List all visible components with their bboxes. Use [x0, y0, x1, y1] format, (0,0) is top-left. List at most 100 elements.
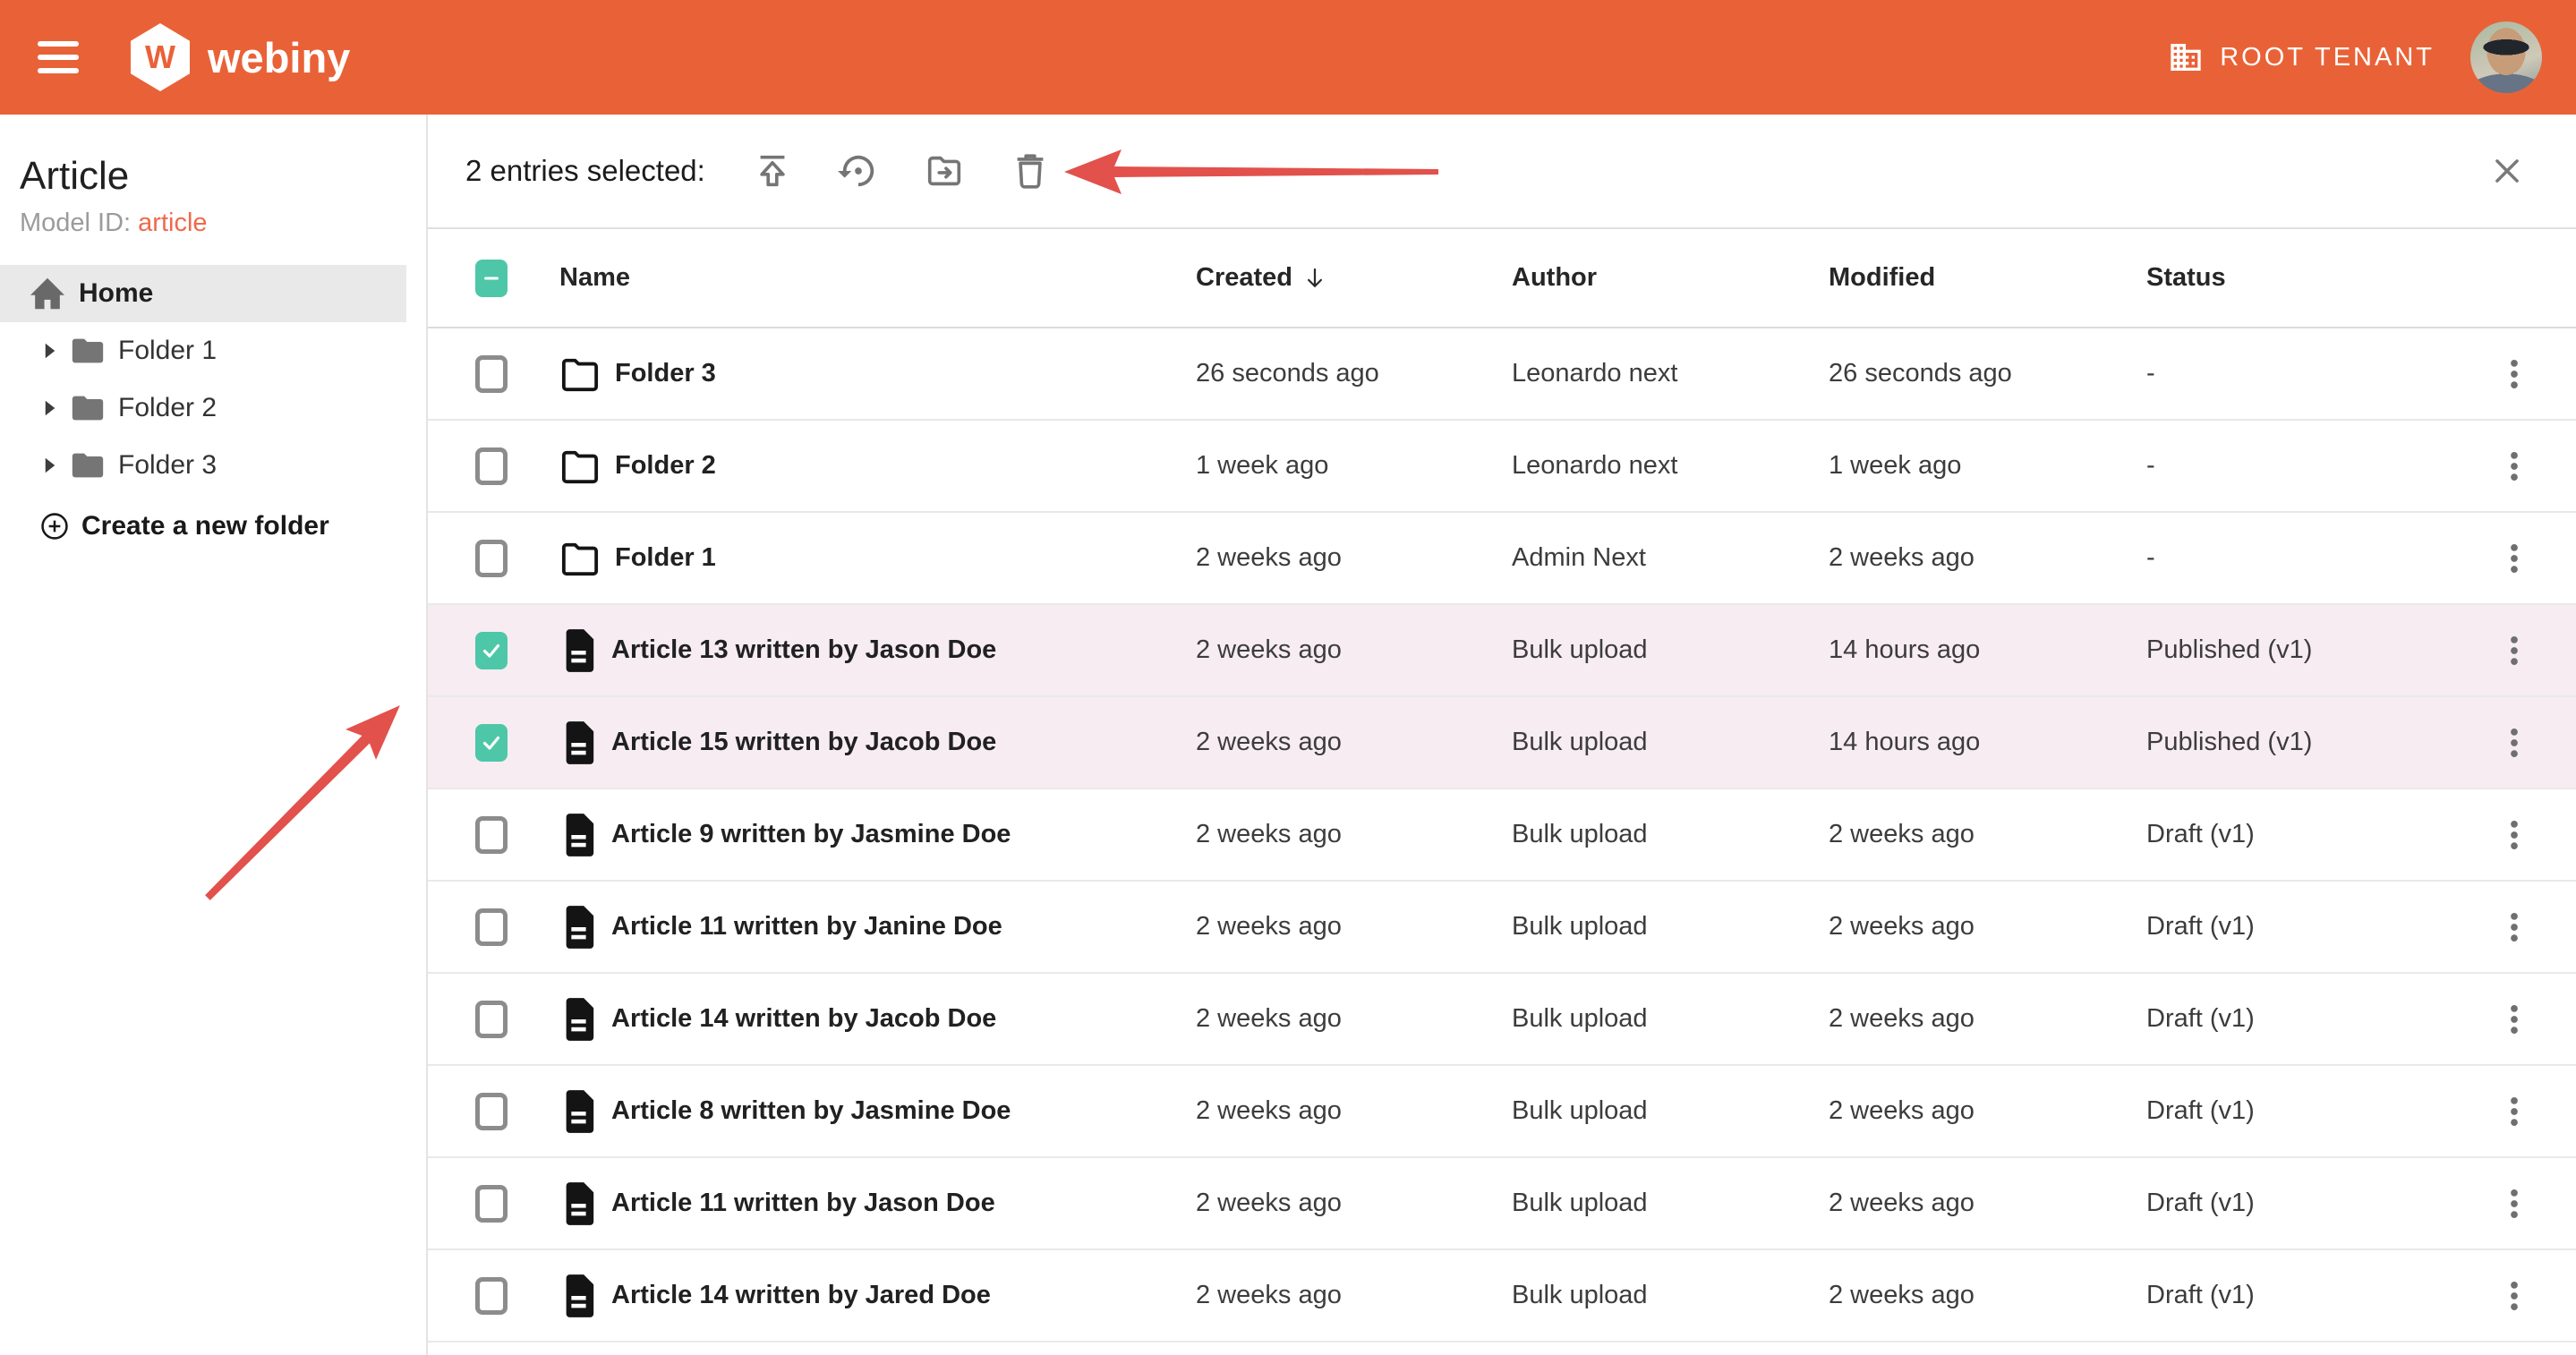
entry-name: Folder 1 [615, 543, 716, 573]
arrow-down-icon [1301, 265, 1328, 292]
kebab-menu-icon[interactable] [2495, 815, 2534, 855]
document-icon [559, 1181, 597, 1226]
row-checkbox[interactable] [475, 540, 508, 577]
row-checkbox[interactable] [475, 816, 508, 854]
folder-outline-icon [559, 447, 601, 485]
move-to-folder-icon[interactable] [924, 150, 965, 192]
entry-name: Article 15 written by Jacob Doe [611, 728, 996, 757]
sidebar-item-label: Home [79, 278, 153, 309]
entry-author: Bulk upload [1512, 635, 1829, 665]
entry-created: 2 weeks ago [1196, 1004, 1512, 1034]
chevron-right-icon[interactable] [41, 397, 59, 419]
entry-modified: 2 weeks ago [1829, 820, 2146, 849]
row-checkbox[interactable] [475, 1093, 508, 1130]
row-checkbox[interactable] [475, 447, 508, 485]
kebab-menu-icon[interactable] [2495, 1000, 2534, 1039]
table-row[interactable]: Article 15 written by Jacob Doe 2 weeks … [428, 697, 2576, 789]
user-avatar[interactable] [2470, 21, 2542, 93]
kebab-menu-icon[interactable] [2495, 539, 2534, 578]
row-checkbox[interactable] [475, 1277, 508, 1315]
create-folder-button[interactable]: Create a new folder [0, 498, 406, 555]
kebab-menu-icon[interactable] [2495, 447, 2534, 486]
publish-icon[interactable] [752, 150, 793, 192]
row-checkbox-checked[interactable] [475, 724, 508, 762]
entry-author: Leonardo next [1512, 359, 1829, 388]
bulk-action-buttons [752, 150, 1051, 192]
circle-plus-icon [39, 511, 70, 541]
entry-author: Bulk upload [1512, 1004, 1829, 1034]
table-row[interactable]: Article 8 written by Jasmine Doe 2 weeks… [428, 1066, 2576, 1158]
table-row[interactable]: Folder 1 2 weeks ago Admin Next 2 weeks … [428, 513, 2576, 605]
entry-created: 2 weeks ago [1196, 1281, 1512, 1310]
kebab-menu-icon[interactable] [2495, 631, 2534, 670]
table-row[interactable]: Folder 3 26 seconds ago Leonardo next 26… [428, 328, 2576, 421]
document-icon [559, 813, 597, 857]
model-id-value[interactable]: article [138, 209, 207, 237]
table-row[interactable]: Article 14 written by Jared Doe 2 weeks … [428, 1250, 2576, 1342]
folder-outline-icon [559, 540, 601, 577]
selected-count-text: 2 entries selected: [465, 154, 705, 188]
table-row[interactable]: Article 9 written by Jasmine Doe 2 weeks… [428, 789, 2576, 882]
entry-modified: 2 weeks ago [1829, 543, 2146, 573]
entry-author: Bulk upload [1512, 1096, 1829, 1126]
entry-created: 2 weeks ago [1196, 820, 1512, 849]
table-row[interactable]: Folder 2 1 week ago Leonardo next 1 week… [428, 421, 2576, 513]
trash-icon[interactable] [1010, 150, 1051, 192]
sidebar-item-folder[interactable]: Folder 2 [0, 379, 406, 437]
entry-created: 2 weeks ago [1196, 912, 1512, 942]
row-checkbox-checked[interactable] [475, 632, 508, 669]
entry-name: Article 14 written by Jared Doe [611, 1281, 991, 1310]
entry-author: Admin Next [1512, 543, 1829, 573]
column-header-modified[interactable]: Modified [1829, 263, 2146, 293]
sidebar-item-folder[interactable]: Folder 3 [0, 437, 406, 494]
table-row[interactable]: Article 11 written by Jason Doe 2 weeks … [428, 1158, 2576, 1250]
entry-list-panel: 2 entries selected: [428, 115, 2576, 1355]
unpublish-icon[interactable] [838, 150, 879, 192]
column-header-name[interactable]: Name [559, 263, 1196, 293]
kebab-menu-icon[interactable] [2495, 1276, 2534, 1316]
row-checkbox[interactable] [475, 908, 508, 946]
entry-modified: 14 hours ago [1829, 728, 2146, 757]
column-header-author[interactable]: Author [1512, 263, 1829, 293]
entry-modified: 2 weeks ago [1829, 1096, 2146, 1126]
select-all-checkbox[interactable] [475, 260, 508, 297]
sidebar: Article Model ID: article Home Fold [0, 115, 428, 1355]
entry-created: 2 weeks ago [1196, 635, 1512, 665]
model-id-label: Model ID: [20, 209, 131, 237]
entry-modified: 2 weeks ago [1829, 912, 2146, 942]
tenant-selector[interactable]: ROOT TENANT [2168, 39, 2435, 75]
entry-status: Draft (v1) [2146, 820, 2452, 849]
kebab-menu-icon[interactable] [2495, 1092, 2534, 1131]
sidebar-item-label: Folder 1 [118, 336, 217, 366]
table-row[interactable]: Article 13 written by Jason Doe 2 weeks … [428, 605, 2576, 697]
kebab-menu-icon[interactable] [2495, 723, 2534, 763]
close-icon[interactable] [2490, 154, 2524, 188]
menu-icon[interactable] [38, 41, 79, 73]
red-arrow-to-delete-action [1062, 147, 1440, 197]
column-header-created[interactable]: Created [1196, 263, 1512, 293]
home-icon [29, 277, 66, 311]
webiny-logo: W webiny [131, 23, 350, 91]
entry-created: 1 week ago [1196, 451, 1512, 481]
table-row[interactable]: Article 11 written by Janine Doe 2 weeks… [428, 882, 2576, 974]
entry-name: Article 13 written by Jason Doe [611, 635, 996, 665]
row-checkbox[interactable] [475, 355, 508, 393]
sidebar-item-folder[interactable]: Folder 1 [0, 322, 406, 379]
column-header-status[interactable]: Status [2146, 263, 2452, 293]
entry-status: - [2146, 543, 2452, 573]
sidebar-item-home[interactable]: Home [0, 265, 406, 322]
entry-created: 2 weeks ago [1196, 728, 1512, 757]
entry-created: 2 weeks ago [1196, 543, 1512, 573]
entry-name: Article 14 written by Jacob Doe [611, 1004, 996, 1034]
table-row[interactable]: Article 14 written by Jacob Doe 2 weeks … [428, 974, 2576, 1066]
kebab-menu-icon[interactable] [2495, 1184, 2534, 1223]
entry-author: Bulk upload [1512, 912, 1829, 942]
row-checkbox[interactable] [475, 1001, 508, 1038]
kebab-menu-icon[interactable] [2495, 908, 2534, 947]
chevron-right-icon[interactable] [41, 455, 59, 476]
row-checkbox[interactable] [475, 1185, 508, 1223]
kebab-menu-icon[interactable] [2495, 354, 2534, 394]
chevron-right-icon[interactable] [41, 340, 59, 362]
entry-created: 2 weeks ago [1196, 1096, 1512, 1126]
entry-author: Leonardo next [1512, 451, 1829, 481]
